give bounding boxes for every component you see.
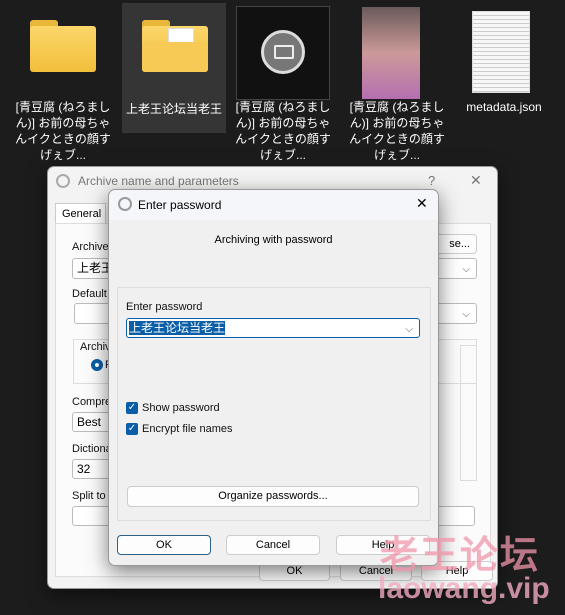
dialog-title: Archive name and parameters bbox=[78, 174, 239, 188]
dictionary-label: Dictiona bbox=[72, 443, 112, 455]
organize-passwords-button[interactable]: Organize passwords... bbox=[127, 486, 419, 507]
archive-app-icon bbox=[236, 6, 330, 100]
folder-with-document-icon bbox=[142, 20, 208, 72]
dialog-title: Enter password bbox=[138, 198, 222, 212]
desktop-item[interactable]: metadata.json bbox=[451, 3, 557, 163]
tab-general[interactable]: General bbox=[55, 203, 106, 224]
encrypt-file-names-label[interactable]: Encrypt file names bbox=[142, 423, 232, 435]
close-icon[interactable]: ✕ bbox=[470, 172, 482, 189]
archive-format-label: Archiv bbox=[80, 341, 111, 353]
cancel-button[interactable]: Cancel bbox=[226, 535, 320, 555]
watermark-text: 老王论坛 bbox=[380, 535, 541, 577]
desktop-item[interactable]: [青豆腐 (ねろましん)] お前の母ちゃんイクときの顔すげぇブ... bbox=[10, 3, 116, 163]
app-icon bbox=[56, 174, 70, 188]
dialog-heading: Archiving with password bbox=[214, 234, 333, 246]
default-profile-label: Default bbox=[72, 288, 107, 300]
enter-password-dialog: Enter password ✕ Archiving with password… bbox=[108, 189, 439, 566]
format-radio[interactable] bbox=[91, 359, 103, 371]
options-box bbox=[460, 345, 477, 481]
ok-button[interactable]: OK bbox=[117, 535, 211, 555]
archive-name-label: Archive bbox=[72, 241, 109, 253]
app-icon bbox=[118, 197, 132, 211]
desktop-item[interactable]: [青豆腐 (ねろましん)] お前の母ちゃんイクときの顔すげぇブ... bbox=[230, 3, 336, 163]
close-icon[interactable]: ✕ bbox=[416, 195, 428, 212]
split-label: Split to bbox=[72, 490, 106, 502]
watermark-url: laowang.vip bbox=[378, 572, 550, 605]
password-label: Enter password bbox=[126, 301, 203, 313]
show-password-label[interactable]: Show password bbox=[142, 402, 220, 414]
image-thumbnail bbox=[362, 7, 420, 99]
document-icon bbox=[472, 11, 530, 93]
desktop-item-selected[interactable]: 上老王论坛当老王 bbox=[122, 3, 226, 133]
password-input[interactable]: 上老王论坛当老王 ⌵ bbox=[126, 318, 420, 338]
compression-label: Compre bbox=[72, 396, 112, 408]
encrypt-file-names-checkbox[interactable]: ✓ bbox=[126, 423, 138, 435]
desktop-item[interactable]: [青豆腐 (ねろましん)] お前の母ちゃんイクときの顔すげぇブ... bbox=[344, 3, 450, 163]
help-icon[interactable]: ? bbox=[428, 173, 435, 188]
show-password-checkbox[interactable]: ✓ bbox=[126, 402, 138, 414]
folder-icon bbox=[30, 20, 96, 72]
